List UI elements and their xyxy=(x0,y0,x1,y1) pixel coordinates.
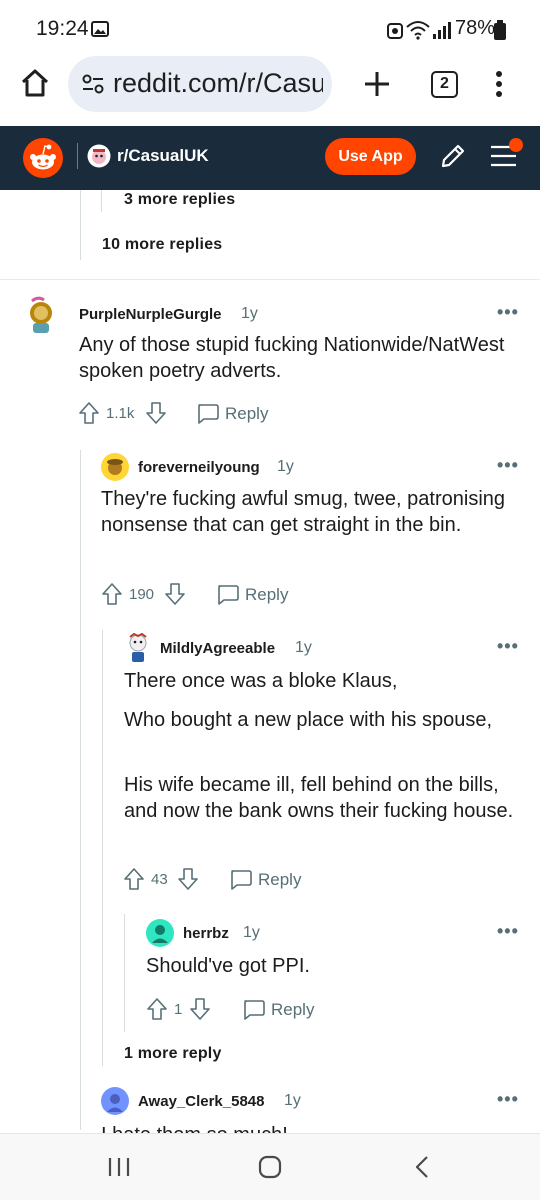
wifi-icon xyxy=(406,21,430,40)
downvote-icon[interactable] xyxy=(177,867,199,891)
signal-icon xyxy=(433,22,451,39)
subreddit-name[interactable]: r/CasualUK xyxy=(117,146,209,166)
site-settings-icon[interactable] xyxy=(82,74,104,94)
reply-button[interactable]: Reply xyxy=(258,870,301,890)
downvote-icon[interactable] xyxy=(189,997,211,1021)
comment-paragraph: There once was a bloke Klaus, xyxy=(124,670,398,692)
upvote-icon[interactable] xyxy=(78,401,100,425)
header-divider xyxy=(77,143,78,169)
comment-body: Any of those stupid fucking Nationwide/N… xyxy=(79,334,505,382)
status-time: 19:24 xyxy=(36,17,89,40)
menu-icon[interactable] xyxy=(488,137,526,173)
comment-username[interactable]: PurpleNurpleGurgle xyxy=(79,306,222,323)
comment-options-button[interactable]: ••• xyxy=(497,455,519,476)
vote-count: 1 xyxy=(174,1001,183,1018)
upvote-icon[interactable] xyxy=(123,867,145,891)
comment-icon[interactable] xyxy=(215,583,240,607)
user-avatar[interactable] xyxy=(146,919,174,947)
downvote-icon[interactable] xyxy=(164,582,186,606)
battery-percentage: 78% xyxy=(455,17,496,39)
upvote-icon[interactable] xyxy=(146,997,168,1021)
back-icon[interactable] xyxy=(412,1154,432,1180)
pencil-icon[interactable] xyxy=(438,141,468,171)
comment-options-button[interactable]: ••• xyxy=(497,302,519,323)
plus-icon[interactable] xyxy=(363,70,391,98)
thread-line xyxy=(124,914,125,1032)
comment-age: 1y xyxy=(241,305,258,322)
thread-line xyxy=(80,190,81,260)
comment-paragraph: His wife became ill, fell behind on the … xyxy=(124,774,514,822)
comment-age: 1y xyxy=(284,1092,301,1109)
alarm-icon xyxy=(387,23,403,39)
comment-username[interactable]: MildlyAgreeable xyxy=(160,640,275,657)
tab-switcher-button[interactable]: 2 xyxy=(431,71,458,98)
comment-options-button[interactable]: ••• xyxy=(497,1089,519,1110)
comment-age: 1y xyxy=(243,924,260,941)
thread-line xyxy=(102,630,103,1066)
thread-line xyxy=(80,450,81,1130)
comment-username[interactable]: herrbz xyxy=(183,925,229,942)
downvote-icon[interactable] xyxy=(145,401,167,425)
reply-button[interactable]: Reply xyxy=(271,1000,314,1020)
user-avatar[interactable] xyxy=(101,453,129,481)
status-bar: 19:24 78% xyxy=(0,0,540,58)
upvote-icon[interactable] xyxy=(101,582,123,606)
battery-icon xyxy=(494,20,506,40)
reply-button[interactable]: Reply xyxy=(225,404,268,424)
more-replies-link[interactable]: 1 more reply xyxy=(124,1045,222,1063)
thread-line xyxy=(101,190,102,212)
more-vert-icon[interactable] xyxy=(494,70,504,98)
home-icon[interactable] xyxy=(20,68,50,98)
comment-icon[interactable] xyxy=(228,868,253,892)
comment-body: They're fucking awful smug, twee, patron… xyxy=(101,488,506,536)
user-avatar[interactable] xyxy=(24,296,58,336)
vote-count: 1.1k xyxy=(106,405,135,422)
image-icon xyxy=(91,21,109,37)
comment-username[interactable]: foreverneilyoung xyxy=(138,459,260,476)
comment-age: 1y xyxy=(277,458,294,475)
comment-body: Should've got PPI. xyxy=(146,955,310,977)
url-text[interactable]: reddit.com/r/Casu xyxy=(113,68,323,99)
user-avatar[interactable] xyxy=(124,633,152,663)
user-avatar[interactable] xyxy=(101,1087,129,1115)
comment-icon[interactable] xyxy=(241,998,266,1022)
comment-username[interactable]: Away_Clerk_5848 xyxy=(138,1093,265,1110)
home-button-icon[interactable] xyxy=(257,1154,283,1180)
comment-icon[interactable] xyxy=(195,402,220,426)
more-replies-link[interactable]: 3 more replies xyxy=(124,191,235,209)
vote-count: 43 xyxy=(151,871,168,888)
recent-apps-icon[interactable] xyxy=(107,1155,131,1179)
use-app-button[interactable]: Use App xyxy=(325,138,416,175)
comment-age: 1y xyxy=(295,639,312,656)
reddit-logo-icon[interactable] xyxy=(22,137,64,179)
vote-count: 190 xyxy=(129,586,155,603)
subreddit-avatar-icon[interactable] xyxy=(87,144,111,168)
reply-button[interactable]: Reply xyxy=(245,585,288,605)
more-replies-link[interactable]: 10 more replies xyxy=(102,236,222,254)
comment-divider xyxy=(0,279,540,280)
comment-options-button[interactable]: ••• xyxy=(497,636,519,657)
comment-paragraph: Who bought a new place with his spouse, xyxy=(124,709,492,731)
comment-options-button[interactable]: ••• xyxy=(497,921,519,942)
